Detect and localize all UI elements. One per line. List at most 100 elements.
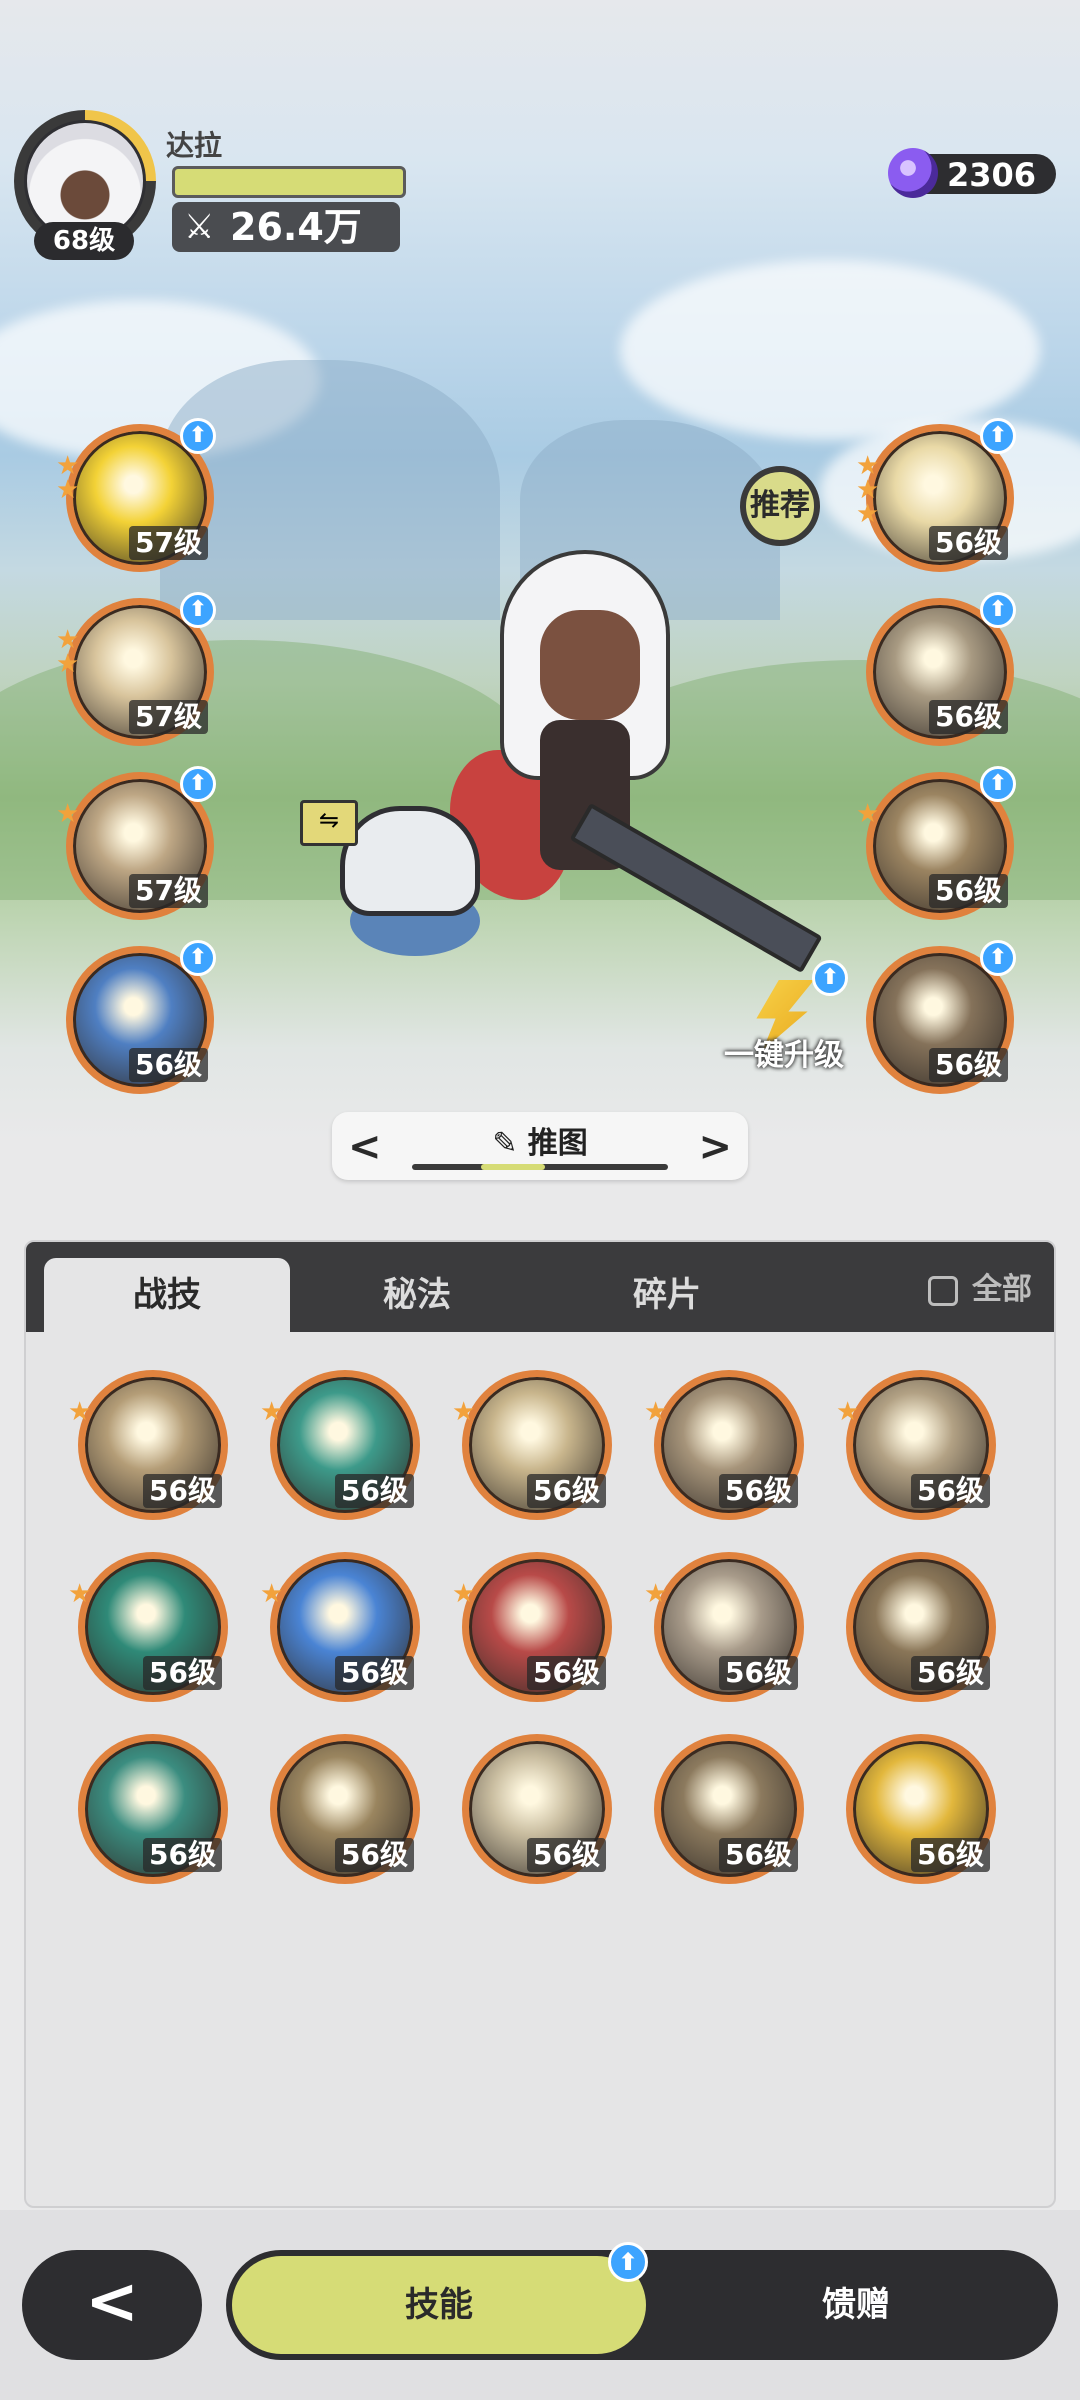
back-button[interactable]: < <box>22 2250 202 2360</box>
skill-level: 56级 <box>719 1838 798 1872</box>
star-rank-icon: ★ <box>452 1397 476 1427</box>
upgrade-arrow-icon: ⬆ <box>980 766 1016 802</box>
skill-level: 56级 <box>129 1048 208 1082</box>
upgrade-arrow-icon: ⬆ <box>812 960 848 996</box>
one-click-upgrade-button[interactable]: ⬆ 一键升级 <box>714 960 854 1074</box>
player-name: 达拉 <box>166 129 223 162</box>
skill-slot[interactable]: 56级 <box>78 1734 228 1884</box>
skill-slot[interactable]: ★ 56级 <box>68 1370 228 1520</box>
skill-slot[interactable]: ★ 56级 ⬆ <box>856 766 1016 920</box>
skill-slot[interactable]: ★ ★ 57级 ⬆ <box>56 592 216 746</box>
star-rank-icon: ★ <box>68 1579 92 1609</box>
upgrade-arrow-icon: ⬆ <box>608 2242 648 2282</box>
skill-level: 56级 <box>527 1656 606 1690</box>
star-rank-icon: ★ <box>836 1397 860 1427</box>
star-rank-icon: ★ ★ <box>56 625 80 679</box>
skill-level: 56级 <box>911 1474 990 1508</box>
pencil-icon: ✎ <box>492 1126 518 1161</box>
swap-pet-icon[interactable]: ⇋ <box>300 800 358 846</box>
tab-fragments[interactable]: 碎片 <box>544 1258 790 1332</box>
skill-level: 56级 <box>527 1838 606 1872</box>
player-avatar[interactable]: 68级 <box>14 110 156 260</box>
skill-slot[interactable]: 56级 <box>846 1734 996 1884</box>
combat-power-value: 26.4万 <box>230 205 362 249</box>
skill-level: 57级 <box>129 526 208 560</box>
skill-slot[interactable]: ★ 56级 <box>452 1552 612 1702</box>
skill-slot[interactable]: 56级 <box>846 1552 996 1702</box>
skill-slot[interactable]: 56级 <box>462 1734 612 1884</box>
gem-count: 2306 <box>946 156 1036 194</box>
star-rank-icon: ★ <box>644 1579 668 1609</box>
show-all-label: 全部 <box>972 1272 1032 1307</box>
skill-level: 56级 <box>929 526 1008 560</box>
player-level: 68级 <box>34 222 134 260</box>
star-rank-icon: ★ ★ <box>56 451 80 505</box>
skill-slot[interactable]: ★ 56级 <box>644 1370 804 1520</box>
skill-level: 56级 <box>143 1838 222 1872</box>
skill-slot[interactable]: ★ ★ 57级 ⬆ <box>56 418 216 572</box>
star-rank-icon: ★ ★ ★ <box>856 451 880 529</box>
mode-switch: 技能 ⬆ 馈赠 <box>226 2242 1058 2360</box>
gem-currency[interactable]: 2306 <box>888 148 1056 198</box>
combat-power: ⚔ 26.4万 <box>172 202 400 252</box>
skill-level: 56级 <box>527 1474 606 1508</box>
star-rank-icon: ★ <box>56 799 80 829</box>
upgrade-arrow-icon: ⬆ <box>980 418 1016 454</box>
upgrade-arrow-icon: ⬆ <box>180 592 216 628</box>
skill-slot[interactable]: 56级 ⬆ <box>66 940 216 1094</box>
recommend-button[interactable]: 推荐 <box>740 466 820 546</box>
skill-slot[interactable]: ★ 56级 <box>836 1370 996 1520</box>
skill-level: 57级 <box>129 700 208 734</box>
star-rank-icon: ★ <box>452 1579 476 1609</box>
gift-tab-button[interactable]: 馈赠 <box>656 2256 1056 2354</box>
skill-slot[interactable]: ★ ★ ★ 56级 ⬆ <box>856 418 1016 572</box>
tab-bar: 战技 秘法 碎片 全部 <box>26 1242 1054 1332</box>
stage-selector: < ✎ 推图 > <box>332 1112 748 1180</box>
star-rank-icon: ★ <box>68 1397 92 1427</box>
skill-level: 56级 <box>143 1656 222 1690</box>
skill-slot[interactable]: ★ 56级 <box>644 1552 804 1702</box>
skill-slot[interactable]: 56级 ⬆ <box>866 940 1016 1094</box>
skill-slot[interactable]: 56级 <box>270 1734 420 1884</box>
skill-slot[interactable]: ★ 56级 <box>452 1370 612 1520</box>
upgrade-arrow-icon: ⬆ <box>180 418 216 454</box>
pet-helmet <box>340 806 480 916</box>
hero-sword <box>569 802 823 974</box>
skill-level: 57级 <box>129 874 208 908</box>
tab-secret-arts[interactable]: 秘法 <box>294 1258 540 1332</box>
skill-level: 56级 <box>911 1838 990 1872</box>
skill-level: 56级 <box>719 1474 798 1508</box>
skill-level: 56级 <box>929 700 1008 734</box>
checkbox[interactable] <box>928 1275 958 1306</box>
skill-slot[interactable]: ★ 56级 <box>260 1370 420 1520</box>
skill-level: 56级 <box>143 1474 222 1508</box>
skill-slot[interactable]: ★ 57级 ⬆ <box>56 766 216 920</box>
tab-combat-skills[interactable]: 战技 <box>44 1258 290 1332</box>
skill-panel: 战技 秘法 碎片 全部 ★ 56级 ★ 56级 ★ 56级 ★ 56级 ★ 56级 ★ 56级 ★ 56级… <box>24 1240 1056 2208</box>
skill-level: 56级 <box>911 1656 990 1690</box>
purple-gem-icon <box>888 148 938 198</box>
skill-slot[interactable]: ★ 56级 <box>260 1552 420 1702</box>
star-rank-icon: ★ <box>856 799 880 829</box>
star-rank-icon: ★ <box>260 1579 284 1609</box>
skill-level: 56级 <box>335 1656 414 1690</box>
skill-level: 56级 <box>719 1656 798 1690</box>
next-arrow-icon[interactable]: > <box>698 1124 732 1170</box>
show-all-toggle[interactable]: 全部 <box>928 1270 1032 1310</box>
stage-label: ✎ 推图 <box>332 1118 748 1162</box>
skills-tab-button[interactable]: 技能 <box>232 2256 646 2354</box>
skill-slot[interactable]: 56级 ⬆ <box>866 592 1016 746</box>
skill-level: 56级 <box>929 874 1008 908</box>
skill-level: 56级 <box>335 1838 414 1872</box>
skill-level: 56级 <box>929 1048 1008 1082</box>
crossed-swords-icon: ⚔ <box>184 207 215 247</box>
stage-progress-fill <box>481 1164 546 1170</box>
star-rank-icon: ★ <box>260 1397 284 1427</box>
upgrade-arrow-icon: ⬆ <box>980 592 1016 628</box>
stage-name: 推图 <box>527 1126 588 1161</box>
upgrade-arrow-icon: ⬆ <box>180 766 216 802</box>
skill-slot[interactable]: 56级 <box>654 1734 804 1884</box>
cloud <box>620 260 1040 440</box>
one-click-upgrade-label: 一键升级 <box>724 1038 844 1073</box>
skill-slot[interactable]: ★ 56级 <box>68 1552 228 1702</box>
